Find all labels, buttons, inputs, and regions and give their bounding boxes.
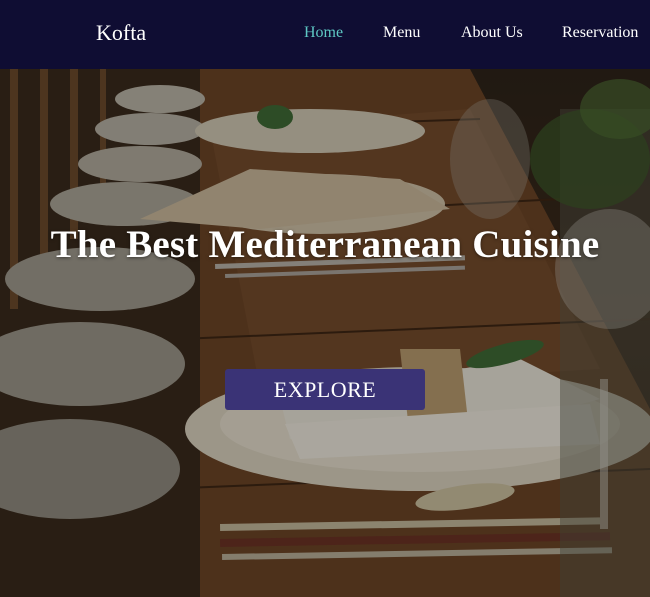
nav-link-reservation[interactable]: Reservation: [562, 24, 638, 42]
explore-button[interactable]: EXPLORE: [225, 369, 425, 410]
nav-link-about-us[interactable]: About Us: [461, 24, 523, 42]
top-navbar: Kofta Home Menu About Us Reservation: [0, 0, 650, 69]
hero-section: The Best Mediterranean Cuisine EXPLORE: [0, 69, 650, 597]
brand-logo-link[interactable]: Kofta: [96, 20, 146, 46]
nav-link-home[interactable]: Home: [304, 24, 343, 42]
nav-link-menu[interactable]: Menu: [383, 24, 420, 42]
hero-dark-overlay: [0, 69, 650, 597]
hero-title: The Best Mediterranean Cuisine: [50, 223, 600, 266]
